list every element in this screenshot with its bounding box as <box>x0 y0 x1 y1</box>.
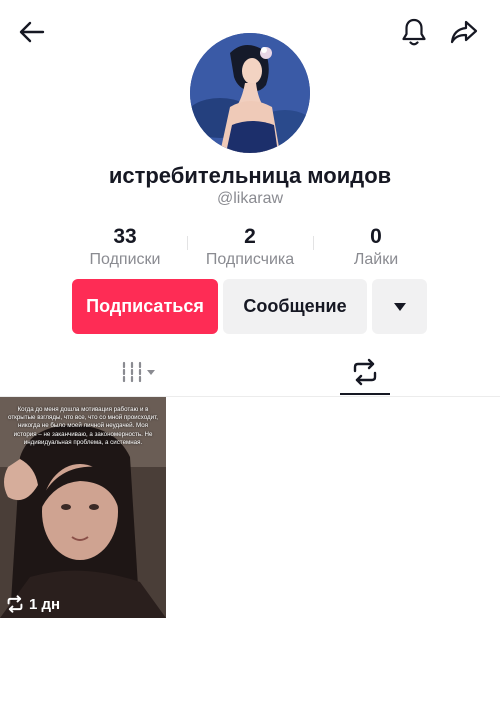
stat-followers[interactable]: 2 Подписчика <box>185 225 315 269</box>
more-options-button[interactable] <box>372 279 427 334</box>
video-repost-meta: 1 дн <box>6 594 60 614</box>
message-button[interactable]: Сообщение <box>223 279 367 334</box>
stat-likes[interactable]: 0 Лайки <box>311 225 441 269</box>
caret-down-icon <box>393 302 406 311</box>
repost-time: 1 дн <box>29 595 61 613</box>
share-button[interactable] <box>446 14 482 50</box>
likes-label: Лайки <box>353 251 399 268</box>
followers-label: Подписчика <box>205 251 295 268</box>
tab-videos[interactable] <box>100 352 180 392</box>
bell-icon <box>402 18 426 46</box>
arrow-left-icon <box>19 21 45 43</box>
follow-button[interactable]: Подписаться <box>72 279 218 334</box>
display-name: истребительница моидов <box>108 163 392 188</box>
share-icon <box>450 20 478 44</box>
video-thumbnail[interactable]: Когда до меня дошла мотивация работаю и … <box>0 397 166 618</box>
followers-count: 2 <box>244 225 256 248</box>
repost-icon <box>353 358 377 386</box>
repost-icon <box>7 595 23 613</box>
username: @likaraw <box>216 190 284 207</box>
active-tab-indicator <box>340 393 390 395</box>
stat-following[interactable]: 33 Подписки <box>60 225 190 269</box>
avatar-illustration <box>190 33 310 153</box>
tab-reposts[interactable] <box>340 352 390 392</box>
back-button[interactable] <box>14 14 50 50</box>
following-label: Подписки <box>89 251 161 268</box>
notifications-button[interactable] <box>396 14 432 50</box>
video-caption: Когда до меня дошла мотивация работаю и … <box>8 406 158 446</box>
likes-count: 0 <box>370 225 382 248</box>
grid-icon <box>122 361 155 383</box>
avatar[interactable] <box>190 33 310 153</box>
following-count: 33 <box>113 225 137 248</box>
